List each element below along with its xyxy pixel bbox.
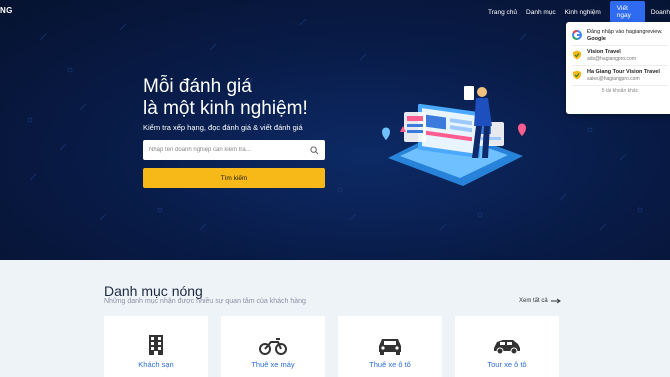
category-label: Khách sạn <box>138 360 174 369</box>
account-email: ads@hagiangpro.com <box>587 55 636 62</box>
google-icon <box>572 30 582 40</box>
section-subtitle: Những danh mục nhận được nhiều sự quan t… <box>104 298 306 305</box>
see-all-label: Xem tất cả <box>519 298 548 304</box>
category-card-car-rental[interactable]: Thuê xe ô tô <box>338 316 442 377</box>
account-name: Ha Giang Tour Vision Travel <box>587 69 660 75</box>
arrow-right-icon <box>550 298 561 304</box>
car-icon <box>379 339 401 355</box>
category-cards: Khách sạn Thuê xe máy Thuê xe ô tô Tour … <box>104 316 572 377</box>
logo[interactable]: NG <box>0 6 14 20</box>
building-icon <box>149 335 163 355</box>
motorbike-icon <box>259 338 287 355</box>
logo-text: NG <box>0 6 13 15</box>
category-label: Thuê xe máy <box>251 360 295 369</box>
nav-item-categories[interactable]: Danh mục <box>526 9 556 16</box>
search-input[interactable] <box>149 147 310 153</box>
google-signin-row[interactable]: Đăng nhập vào hagiangreview. Google <box>572 26 668 46</box>
category-card-car-tour[interactable]: Tour xe ô tô <box>455 316 559 377</box>
category-card-hotel[interactable]: Khách sạn <box>104 316 208 377</box>
headline-line-2: là một kinh nghiệm! <box>143 98 308 119</box>
hero-illustration <box>382 86 526 186</box>
search-box <box>143 140 325 160</box>
google-signin-line2: Google <box>587 35 606 42</box>
account-row[interactable]: Ha Giang Tour Vision Travel sales@hagian… <box>572 66 668 86</box>
account-email: sales@hagiangpro.com <box>587 75 640 82</box>
suv-icon <box>494 340 520 355</box>
nav-item-experience[interactable]: Kinh nghiệm <box>565 9 601 16</box>
top-nav: Trang chủ Danh mục Kinh nghiệm Viết ngay… <box>488 0 670 24</box>
category-label: Thuê xe ô tô <box>369 360 411 369</box>
hero-subline: Kiểm tra xếp hạng, đọc đánh giá & viết đ… <box>143 123 303 132</box>
google-account-dropdown: Đăng nhập vào hagiangreview. Google Visi… <box>566 22 670 114</box>
see-all-link[interactable]: Xem tất cả <box>519 298 561 304</box>
category-label: Tour xe ô tô <box>487 360 527 369</box>
shield-logo-icon <box>573 50 581 60</box>
more-accounts-link[interactable]: 5 tài khoản khác <box>572 88 668 94</box>
section-title: Danh mục nóng <box>104 283 203 299</box>
search-icon[interactable] <box>310 145 319 155</box>
nav-item-home[interactable]: Trang chủ <box>488 9 517 16</box>
hero-headline: Mỗi đánh giá là một kinh nghiệm! <box>143 76 308 120</box>
shield-logo-icon <box>573 70 581 80</box>
search-button[interactable]: Tìm kiếm <box>143 168 325 188</box>
business-link[interactable]: Doanh <box>651 9 670 16</box>
category-card-motorbike[interactable]: Thuê xe máy <box>221 316 325 377</box>
headline-line-1: Mỗi đánh giá <box>143 76 252 97</box>
google-signin-line1: Đăng nhập vào hagiangreview. <box>587 29 663 35</box>
write-now-button[interactable]: Viết ngay <box>609 1 645 23</box>
account-row[interactable]: Vision Travel ads@hagiangpro.com <box>572 46 668 66</box>
